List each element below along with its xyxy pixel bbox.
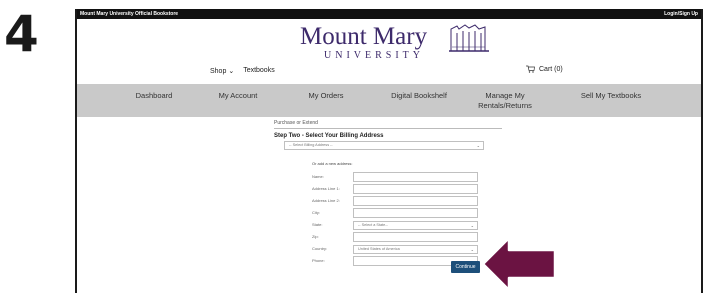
phone-label: Phone: [312, 258, 325, 263]
address1-input[interactable] [353, 184, 478, 194]
nav-digital-bookshelf[interactable]: Digital Bookshelf [379, 91, 459, 101]
top-bar: Mount Mary University Official Bookstore… [77, 9, 701, 19]
logo-subword: UNIVERSITY [324, 50, 424, 61]
address2-input[interactable] [353, 196, 478, 206]
shop-dropdown[interactable]: Shop ⌄ [210, 67, 234, 75]
name-input[interactable] [353, 172, 478, 182]
nav-sell-textbooks[interactable]: Sell My Textbooks [571, 91, 651, 101]
pointer-arrow-icon [481, 236, 557, 292]
city-label: City: [312, 210, 320, 215]
building-icon [449, 24, 489, 52]
shop-label: Shop [210, 68, 227, 75]
cart-label: Cart (0) [539, 65, 563, 73]
chevron-down-icon: ⌄ [470, 223, 474, 228]
country-value: United States of America [358, 247, 400, 251]
login-signup-link[interactable]: Login/Sign Up [664, 9, 698, 19]
billing-address-value: -- Select Billing Address -- [289, 143, 333, 147]
chevron-down-icon: ⌄ [470, 247, 474, 252]
browser-screenshot-frame: Mount Mary University Official Bookstore… [75, 9, 703, 293]
state-label: State: [312, 222, 323, 227]
billing-address-select[interactable]: -- Select Billing Address -- ⌄ [284, 141, 484, 150]
name-label: Name: [312, 174, 324, 179]
main-nav: Dashboard My Account My Orders Digital B… [77, 84, 701, 117]
nav-dashboard[interactable]: Dashboard [124, 91, 184, 101]
billing-form: Purchase or Extend Step Two - Select You… [274, 120, 504, 141]
logo-wordmark: Mount Mary [300, 23, 428, 50]
university-logo[interactable]: Mount Mary UNIVERSITY [298, 23, 498, 73]
country-label: Country: [312, 246, 328, 251]
tutorial-step-number: 4 [4, 5, 39, 63]
state-select[interactable]: -- Select a State-- ⌄ [353, 221, 478, 230]
city-input[interactable] [353, 208, 478, 218]
store-name: Mount Mary University Official Bookstore [80, 11, 179, 17]
nav-manage-rentals[interactable]: Manage My Rentals/Returns [475, 91, 535, 111]
nav-my-account[interactable]: My Account [208, 91, 268, 101]
nav-my-orders[interactable]: My Orders [296, 91, 356, 101]
chevron-down-icon: ⌄ [476, 143, 480, 148]
chevron-down-icon: ⌄ [228, 68, 235, 75]
cart-link[interactable]: Cart (0) [526, 65, 563, 73]
state-value: -- Select a State-- [358, 223, 388, 227]
or-add-label: Or add a new address: [312, 161, 353, 166]
cart-icon [526, 65, 535, 73]
shop-menu: Shop ⌄ Textbooks [210, 67, 275, 75]
country-select[interactable]: United States of America ⌄ [353, 245, 478, 254]
zip-input[interactable] [353, 232, 478, 242]
address2-label: Address Line 2: [312, 198, 340, 203]
address1-label: Address Line 1: [312, 186, 340, 191]
zip-label: Zip: [312, 234, 319, 239]
textbooks-link[interactable]: Textbooks [243, 67, 275, 75]
step-heading: Step Two - Select Your Billing Address [274, 133, 384, 139]
purchase-breadcrumb: Purchase or Extend [274, 120, 502, 129]
continue-button[interactable]: Continue [451, 261, 480, 273]
